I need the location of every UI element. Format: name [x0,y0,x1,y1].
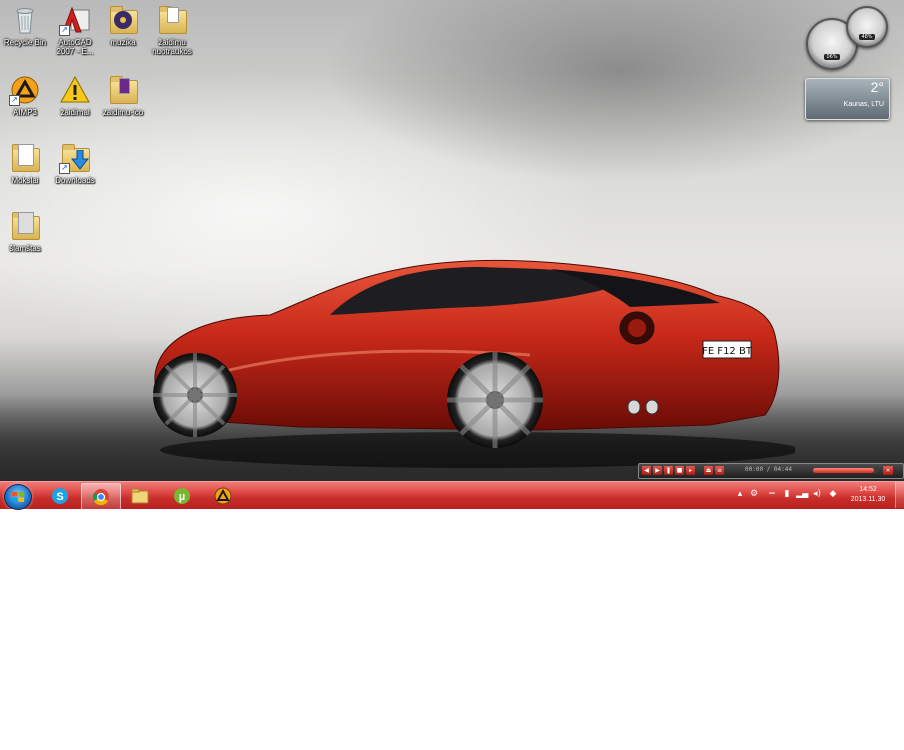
pause-button[interactable]: ❚ [664,466,673,475]
svg-text:S: S [56,491,63,503]
skype-icon: S [52,488,68,504]
taskbar-chrome[interactable] [81,483,121,510]
volume-icon[interactable]: ◂) [812,489,822,499]
playlist-button[interactable]: ≡ [715,466,724,475]
ram-usage-value: 48% [859,34,875,40]
utorrent-icon: µ [174,488,190,504]
close-player-button[interactable]: × [883,466,893,475]
shortcut-arrow-icon: ↗ [59,25,70,36]
desktop-icon-label: muzika [110,38,136,47]
desktop-icon-zaidimu-ico[interactable]: zaidimu-ico [98,74,148,117]
clock-date: 2013.11.30 [850,496,886,503]
desktop-icon-label: AutoCAD 2007 - E... [56,38,94,56]
chrome-icon [92,489,109,506]
desktop-icon-label: Downloads [55,176,95,185]
desktop-icon-recycle-bin[interactable]: Recycle Bin [0,4,50,47]
desktop-icon-label: zaidimu-ico [102,108,144,117]
desktop-icon-label: šlamštas [9,244,41,253]
desktop-background: Recycle Bin ↗ AutoCAD 2007 - E... muzika… [0,0,904,481]
weather-temperature: 2° [870,79,884,95]
desktop-icon-downloads[interactable]: ↗ Downloads [50,142,100,185]
desktop-icon-label: Recycle Bin [3,38,47,47]
desktop-icon-muzika[interactable]: muzika [98,4,148,47]
device-icon[interactable]: ▮ [782,489,792,499]
taskbar-clock[interactable]: 14:52 2013.11.30 [846,485,890,505]
media-time-display: 00:00 / 04:44 [745,466,792,473]
start-button[interactable] [4,484,32,510]
desktop-icon-zaidimu-nuotraukos[interactable]: žaidimu nuotraukos [147,4,197,56]
desktop-icon-slamstas[interactable]: šlamštas [0,210,50,253]
weather-location: Kaunas, LTU [843,101,884,108]
eject-button[interactable]: ⏏ [704,466,713,475]
steam-icon[interactable]: ⚙ [749,489,759,499]
desktop-icon-label: žaidimu nuotraukos [152,38,192,56]
folder-icon [9,142,41,174]
media-progress-fill [813,468,874,473]
show-desktop-button[interactable] [895,482,904,508]
desktop-icon-label: AIMP3 [12,108,37,117]
folder-icon [9,210,41,242]
windows-logo-icon [12,492,24,502]
aimp-icon [214,487,232,505]
stop-button[interactable]: ■ [675,466,684,475]
play-button[interactable]: ▶ [653,466,662,475]
weather-gadget[interactable]: 2° Kaunas, LTU [805,78,890,120]
ferrari-car-wallpaper: FE F12 BT [153,259,795,468]
taskbar-skype[interactable]: S [41,483,79,508]
desktop-icon-label: žaidimai [60,108,90,117]
taskbar-utorrent[interactable]: µ [163,483,201,508]
shortcut-arrow-icon: ↗ [9,95,20,106]
taskbar-aimp[interactable] [204,483,242,508]
remove-icon[interactable]: − [767,489,777,499]
folder-icon [107,74,139,106]
desktop-icon-zaidimai[interactable]: žaidimai [50,74,100,117]
ram-meter-gadget[interactable]: 48% [846,6,888,48]
autocad-icon: ↗ [59,4,91,36]
network-signal-icon[interactable]: ▂▄ [796,489,808,499]
previous-button[interactable]: ◀ [642,466,651,475]
downloads-folder-icon: ↗ [59,142,91,174]
folder-icon [131,488,149,504]
license-plate: FE F12 BT [702,346,753,357]
shortcut-arrow-icon: ↗ [59,163,70,174]
dropbox-icon[interactable]: ◆ [828,489,838,499]
desktop-icon-label: Mokslai [11,176,39,185]
desktop-icon-mokslai[interactable]: Mokslai [0,142,50,185]
clock-time: 14:52 [859,486,877,493]
aimp-icon: ↗ [9,74,41,106]
taskbar-explorer[interactable] [121,483,159,508]
show-hidden-icons-icon[interactable]: ▴ [735,489,745,499]
desktop-icon-autocad[interactable]: ↗ AutoCAD 2007 - E... [50,4,100,56]
next-button[interactable]: ▸ [686,466,695,475]
media-progress-bar[interactable] [813,468,879,473]
warning-icon [59,74,91,106]
recycle-bin-icon [9,4,41,36]
folder-icon [156,4,188,36]
music-folder-icon [107,4,139,36]
desktop-icon-aimp3[interactable]: ↗ AIMP3 [0,74,50,117]
svg-text:µ: µ [179,491,185,503]
cpu-usage-value: 06% [824,54,840,60]
